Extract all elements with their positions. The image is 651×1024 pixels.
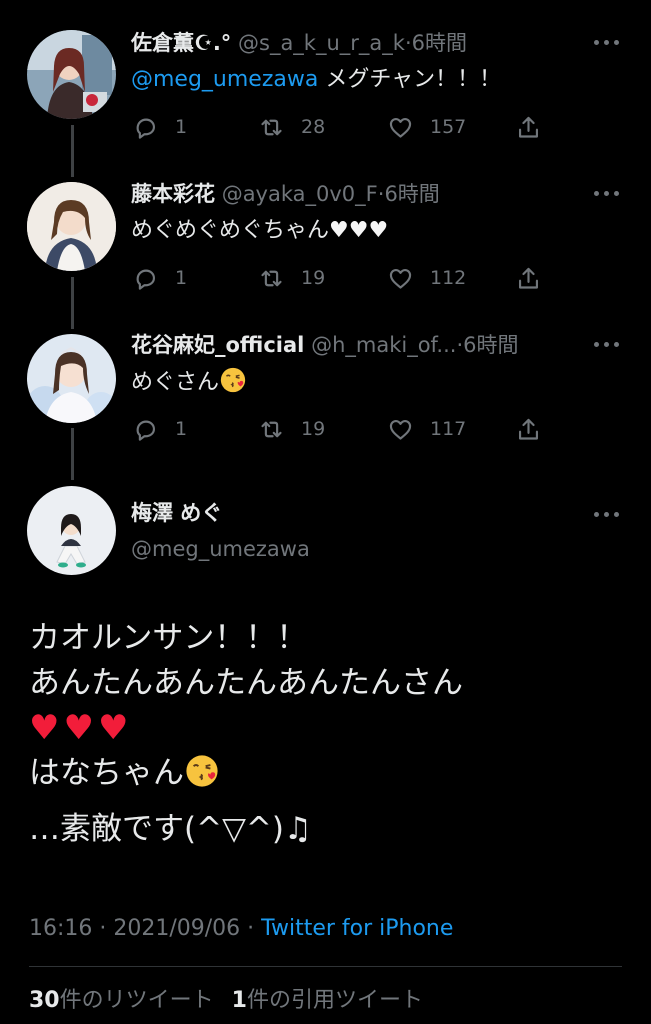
retweet-icon xyxy=(261,421,282,437)
username[interactable]: @h_maki_of... xyxy=(311,333,456,357)
reply-button[interactable]: 1 xyxy=(132,263,187,293)
share-button[interactable] xyxy=(515,263,542,293)
share-icon xyxy=(518,267,539,289)
reply-tweet-1[interactable]: 佐倉薫☪︎.° @s_a_k_u_r_a_k·6時間 @meg_umezawa … xyxy=(0,0,651,160)
avatar[interactable] xyxy=(27,486,116,575)
action-bar: 1 19 117 xyxy=(0,414,651,444)
reply-tweet-2[interactable]: 藤本彩花 @ayaka_0v0_F·6時間 めぐめぐめぐちゃん♥♥♥ 1 19 … xyxy=(0,151,651,311)
display-name[interactable]: 花谷麻妃_official xyxy=(131,333,304,357)
action-bar: 1 28 157 xyxy=(0,112,651,142)
tweet-timestamp[interactable]: 16:16 · 2021/09/06 · xyxy=(29,916,261,941)
tweet-text-body: めぐめぐめぐちゃん xyxy=(131,218,330,243)
quotes-stat[interactable]: 1件の引用ツイート xyxy=(232,988,423,1013)
timestamp[interactable]: 6時間 xyxy=(384,182,439,206)
more-icon[interactable] xyxy=(594,340,622,350)
tweet-text: めぐめぐめぐちゃん♥♥♥ xyxy=(131,215,388,247)
display-name[interactable]: 佐倉薫☪︎.° xyxy=(131,31,231,55)
reply-tweet-3[interactable]: 花谷麻妃_official @h_maki_of...·6時間 めぐさん 1 1… xyxy=(0,302,651,462)
reply-count: 1 xyxy=(175,267,188,289)
like-icon xyxy=(389,117,412,138)
tweet-text: めぐさん xyxy=(131,366,247,399)
dot-separator: · xyxy=(404,31,412,55)
like-icon xyxy=(389,419,412,440)
quotes-count: 1 xyxy=(231,988,247,1013)
tweet-stats: 30件のリツイート 1件の引用ツイート xyxy=(29,986,423,1016)
tweet-line-2: あんたんあんたんあんたんさん xyxy=(29,665,463,701)
retweets-label: 件のリツイート xyxy=(59,988,214,1013)
tweet-text-body: メグチャン！！！ xyxy=(318,67,502,92)
retweet-count: 19 xyxy=(301,267,326,289)
tweet-line-4-text: はなちゃん xyxy=(29,755,184,791)
like-icon xyxy=(389,268,412,289)
tweet-line-5: …素敵です(^▽^)♫ xyxy=(29,811,312,847)
kiss-emoji xyxy=(186,755,218,787)
username[interactable]: @ayaka_0v0_F xyxy=(222,182,378,206)
display-name[interactable]: 梅澤 めぐ xyxy=(131,498,222,528)
share-icon xyxy=(518,116,539,138)
username[interactable]: @meg_umezawa xyxy=(131,534,310,564)
white-heart-emojis: ♥♥♥ xyxy=(329,218,389,243)
tweet-text: @meg_umezawa メグチャン！！！ xyxy=(131,64,501,96)
retweets-stat[interactable]: 30件のリツイート xyxy=(29,988,214,1013)
like-count: 112 xyxy=(430,267,467,289)
retweet-button[interactable]: 19 xyxy=(258,414,325,444)
more-icon[interactable] xyxy=(594,189,622,199)
reply-button[interactable]: 1 xyxy=(132,112,187,142)
mention-link[interactable]: @meg_umezawa xyxy=(131,67,318,92)
avatar[interactable] xyxy=(27,30,116,119)
more-icon[interactable] xyxy=(594,38,622,48)
retweets-count: 30 xyxy=(29,988,60,1013)
reply-icon xyxy=(136,420,156,441)
share-button[interactable] xyxy=(515,112,542,142)
red-heart-emojis: ♥♥♥ xyxy=(29,708,133,748)
divider xyxy=(29,966,622,967)
retweet-count: 28 xyxy=(301,116,326,138)
avatar[interactable] xyxy=(27,334,116,423)
reply-icon xyxy=(136,269,156,290)
username[interactable]: @s_a_k_u_r_a_k xyxy=(238,31,405,55)
reply-button[interactable]: 1 xyxy=(132,414,187,444)
more-icon[interactable] xyxy=(594,510,622,520)
tweet-source-link[interactable]: Twitter for iPhone xyxy=(261,916,453,941)
tweet-header: 花谷麻妃_official @h_maki_of...·6時間 xyxy=(131,330,519,360)
retweet-button[interactable]: 28 xyxy=(258,112,325,142)
tweet-header: 藤本彩花 @ayaka_0v0_F·6時間 xyxy=(131,179,440,209)
retweet-icon xyxy=(261,119,282,135)
timestamp[interactable]: 6時間 xyxy=(412,31,467,55)
tweet-line-1: カオルンサン！！！ xyxy=(29,620,308,656)
avatar[interactable] xyxy=(27,182,116,271)
like-button[interactable]: 112 xyxy=(387,263,466,293)
share-icon xyxy=(518,418,539,440)
like-count: 117 xyxy=(430,418,467,440)
like-count: 157 xyxy=(430,116,467,138)
retweet-button[interactable]: 19 xyxy=(258,263,325,293)
tweet-line-4: はなちゃん xyxy=(29,751,463,796)
like-button[interactable]: 157 xyxy=(387,112,466,142)
tweet-text-body: めぐさん xyxy=(131,370,220,395)
tweet-header: 佐倉薫☪︎.° @s_a_k_u_r_a_k·6時間 xyxy=(131,28,467,58)
reply-count: 1 xyxy=(175,116,188,138)
share-button[interactable] xyxy=(515,414,542,444)
quotes-label: 件の引用ツイート xyxy=(246,988,423,1013)
reply-icon xyxy=(136,118,156,139)
tweet-text: カオルンサン！！！ あんたんあんたんあんたんさん ♥♥♥ はなちゃん …素敵です… xyxy=(29,616,463,852)
kiss-emoji xyxy=(220,367,246,393)
timestamp[interactable]: 6時間 xyxy=(463,333,518,357)
retweet-icon xyxy=(261,270,282,286)
like-button[interactable]: 117 xyxy=(387,414,466,444)
tweet-meta: 16:16 · 2021/09/06 · Twitter for iPhone xyxy=(29,914,453,944)
retweet-count: 19 xyxy=(301,418,326,440)
display-name[interactable]: 藤本彩花 xyxy=(131,182,215,206)
reply-count: 1 xyxy=(175,418,188,440)
action-bar: 1 19 112 xyxy=(0,263,651,293)
